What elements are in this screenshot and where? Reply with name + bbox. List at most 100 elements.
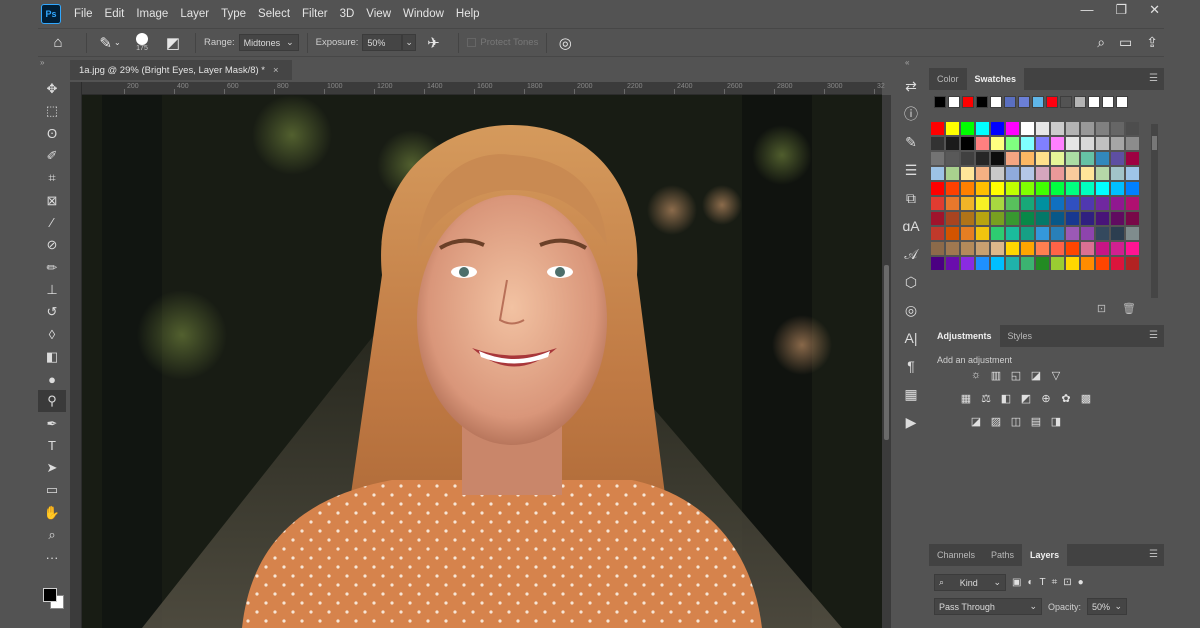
info-icon[interactable]: ⓘ [896, 100, 926, 128]
scrollbar-thumb[interactable] [1152, 136, 1157, 150]
swatch[interactable] [1006, 167, 1019, 180]
swatch[interactable] [1036, 182, 1049, 195]
hand-tool-icon[interactable]: ✋ [38, 502, 66, 524]
character-icon[interactable]: A| [896, 324, 926, 352]
tab-layers[interactable]: Layers [1022, 544, 1068, 566]
swatch[interactable] [1096, 197, 1109, 210]
swatch[interactable] [1096, 257, 1109, 270]
menu-window[interactable]: Window [403, 8, 444, 20]
recent-swatch[interactable] [1018, 96, 1030, 108]
swatch[interactable] [1036, 122, 1049, 135]
swatch[interactable] [1066, 167, 1079, 180]
layer-kind-dropdown[interactable]: ⌕ Kind ⌄ [934, 574, 1006, 591]
adjustment-filter-icon[interactable]: ◐ [1027, 577, 1033, 588]
recent-swatch[interactable] [1102, 96, 1114, 108]
panel-menu-icon[interactable]: ☰ [1149, 549, 1158, 560]
document-tab[interactable]: 1a.jpg @ 29% (Bright Eyes, Layer Mask/8)… [70, 60, 292, 80]
swatch[interactable] [1126, 137, 1139, 150]
swatch[interactable] [1036, 227, 1049, 240]
swatch[interactable] [1006, 197, 1019, 210]
swatch[interactable] [1006, 212, 1019, 225]
recent-swatch[interactable] [934, 96, 946, 108]
3d-icon[interactable]: ⬡ [896, 268, 926, 296]
swatch[interactable] [1051, 197, 1064, 210]
more-tools-icon[interactable]: ··· [38, 546, 66, 568]
blur-tool-icon[interactable]: ● [38, 368, 66, 390]
swatch[interactable] [1111, 227, 1124, 240]
type-filter-icon[interactable]: T [1040, 577, 1046, 588]
recent-swatch[interactable] [1116, 96, 1128, 108]
recent-swatch[interactable] [976, 96, 988, 108]
swatch[interactable] [946, 167, 959, 180]
curves-icon[interactable]: ◱ [1009, 368, 1023, 382]
swatch[interactable] [1111, 242, 1124, 255]
swatch[interactable] [1126, 122, 1139, 135]
healing-brush-tool-icon[interactable]: ⊘ [38, 234, 66, 256]
swatch[interactable] [1126, 212, 1139, 225]
menu-edit[interactable]: Edit [105, 8, 125, 20]
swatch[interactable] [1081, 167, 1094, 180]
dodge-tool-preset-icon[interactable]: ✎ ⌄ [95, 34, 125, 52]
swatch[interactable] [961, 197, 974, 210]
panel-menu-icon[interactable]: ☰ [1149, 330, 1158, 341]
exposure-field[interactable]: 50% [362, 34, 403, 51]
swatch[interactable] [1096, 152, 1109, 165]
swatch[interactable] [991, 167, 1004, 180]
pen-tool-icon[interactable]: ✒ [38, 412, 66, 434]
swatch[interactable] [1111, 122, 1124, 135]
swatch[interactable] [976, 152, 989, 165]
history-brush-tool-icon[interactable]: ↺ [38, 301, 66, 323]
quick-selection-tool-icon[interactable]: ✐ [38, 145, 66, 167]
swatch[interactable] [1021, 197, 1034, 210]
swatch[interactable] [1036, 212, 1049, 225]
swatch[interactable] [1096, 167, 1109, 180]
black-white-icon[interactable]: ◧ [999, 391, 1013, 405]
brush-settings-icon[interactable]: ◩ [159, 34, 187, 52]
frame-tool-icon[interactable]: ⊠ [38, 189, 66, 211]
swatch[interactable] [1066, 197, 1079, 210]
hue-saturation-icon[interactable]: ▦ [959, 391, 973, 405]
swatch[interactable] [1021, 167, 1034, 180]
swatch[interactable] [961, 242, 974, 255]
tab-color[interactable]: Color [929, 68, 967, 90]
trash-icon[interactable]: 🗑 [1122, 302, 1136, 315]
swatch[interactable] [1051, 152, 1064, 165]
swatch[interactable] [1036, 137, 1049, 150]
close-icon[interactable]: ✕ [1149, 2, 1160, 18]
menu-type[interactable]: Type [221, 8, 246, 20]
swatch[interactable] [1036, 242, 1049, 255]
swatch[interactable] [1111, 182, 1124, 195]
lasso-tool-icon[interactable]: ʘ [38, 123, 66, 145]
swatch[interactable] [1021, 257, 1034, 270]
swatch[interactable] [1096, 122, 1109, 135]
swatch[interactable] [961, 257, 974, 270]
swatch[interactable] [991, 227, 1004, 240]
swatch[interactable] [1066, 182, 1079, 195]
swatch[interactable] [1021, 227, 1034, 240]
swatch[interactable] [946, 182, 959, 195]
close-tab-icon[interactable]: × [273, 65, 279, 76]
minimize-icon[interactable]: — [1080, 2, 1093, 18]
swatch[interactable] [1111, 257, 1124, 270]
blend-mode-dropdown[interactable]: Pass Through ⌄ [934, 598, 1042, 615]
vibrance-icon[interactable]: ▽ [1049, 368, 1063, 382]
recent-swatch[interactable] [990, 96, 1002, 108]
swatch[interactable] [961, 212, 974, 225]
exposure-dropdown[interactable]: ⌄ [402, 34, 417, 51]
swatch[interactable] [1051, 257, 1064, 270]
properties-icon[interactable]: ☰ [896, 156, 926, 184]
swatch[interactable] [991, 137, 1004, 150]
swatch[interactable] [961, 167, 974, 180]
channel-mixer-icon[interactable]: ⊕ [1039, 391, 1053, 405]
dodge-tool-icon[interactable]: ⚲ [38, 390, 66, 413]
brightness-contrast-icon[interactable]: ☼ [969, 368, 983, 382]
swatch[interactable] [1081, 137, 1094, 150]
swatch[interactable] [1021, 212, 1034, 225]
menu-select[interactable]: Select [258, 8, 290, 20]
swatch[interactable] [1006, 182, 1019, 195]
recent-swatch[interactable] [1088, 96, 1100, 108]
swatch[interactable] [976, 227, 989, 240]
swatch[interactable] [1126, 197, 1139, 210]
swatch[interactable] [1126, 227, 1139, 240]
swatch[interactable] [1006, 122, 1019, 135]
